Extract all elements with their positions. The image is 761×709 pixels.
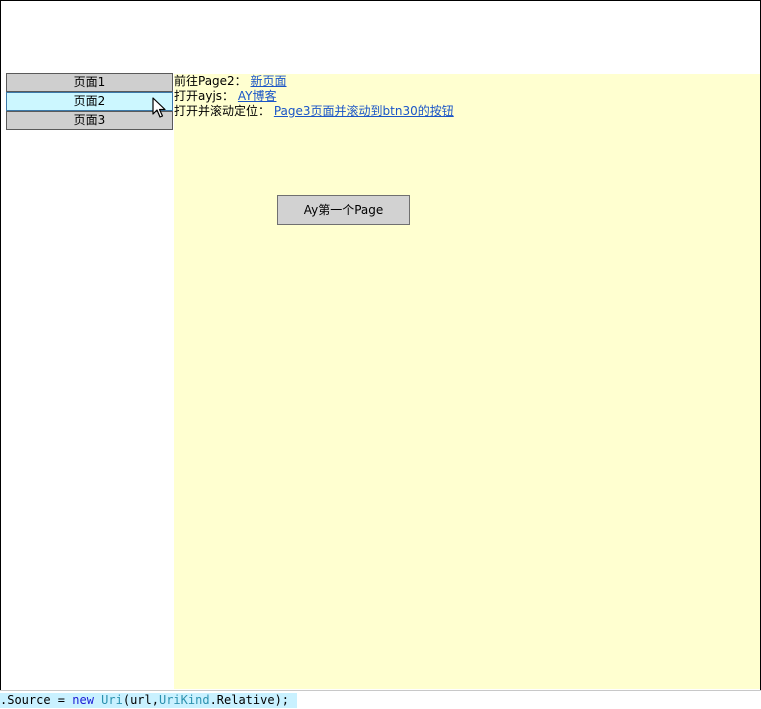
link-line-scroll: 打开并滚动定位： Page3页面并滚动到btn30的按钮 — [174, 104, 454, 119]
code-token: .Relative); — [209, 693, 290, 707]
page-frame: 前往Page2： 新页面 打开ayjs： AY博客 打开并滚动定位： Page3… — [174, 74, 760, 689]
link-line-prefix: 打开ayjs： — [174, 89, 235, 103]
link-line-page2: 前往Page2： 新页面 — [174, 74, 287, 89]
code-token: .Source = — [0, 693, 73, 707]
code-type: Uri — [101, 693, 123, 707]
new-page-link[interactable]: 新页面 — [251, 74, 287, 88]
page3-scroll-link[interactable]: Page3页面并滚动到btn30的按钮 — [274, 104, 454, 118]
code-token: (url, — [122, 693, 159, 707]
nav-item-page1[interactable]: 页面1 — [6, 73, 173, 92]
link-line-prefix: 前往Page2： — [174, 74, 247, 88]
ay-first-page-button[interactable]: Ay第一个Page — [277, 195, 410, 225]
mouse-pointer-icon — [152, 97, 166, 118]
nav-item-page2[interactable]: 页面2 — [6, 92, 173, 111]
ay-blog-link[interactable]: AY博客 — [238, 89, 277, 103]
code-keyword: new — [72, 693, 94, 707]
code-editor-strip: .Source = new Uri(url,UriKind.Relative); — [0, 690, 761, 709]
link-line-prefix: 打开并滚动定位： — [174, 104, 271, 118]
app-window: 页面1 页面2 页面3 前往Page2： 新页面 打开ayjs： AY博客 打开… — [0, 0, 761, 691]
page-nav-list: 页面1 页面2 页面3 — [6, 73, 173, 130]
link-line-ayjs: 打开ayjs： AY博客 — [174, 89, 276, 104]
nav-item-page3[interactable]: 页面3 — [6, 111, 173, 130]
code-type: UriKind — [158, 693, 210, 707]
code-line: .Source = new Uri(url,UriKind.Relative); — [0, 693, 298, 708]
